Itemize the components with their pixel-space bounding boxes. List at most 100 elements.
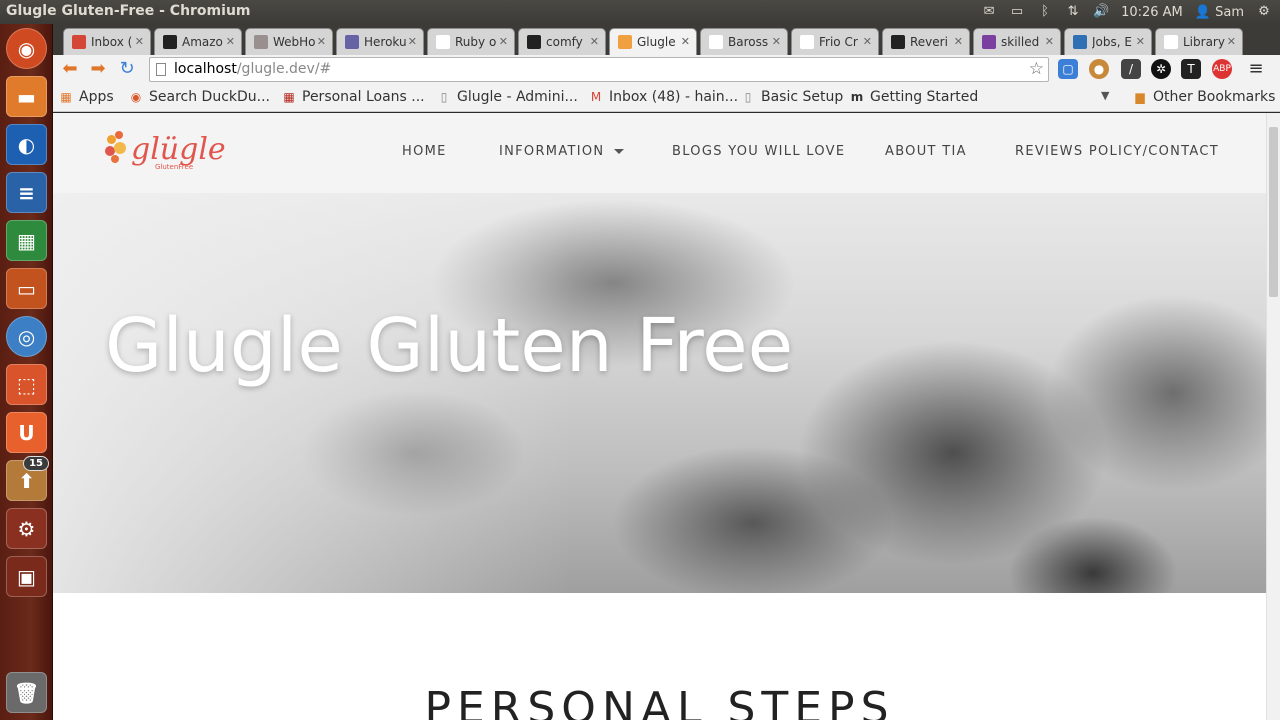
chevron-down-icon[interactable]: ▼ bbox=[1101, 89, 1109, 102]
cookie-icon[interactable]: ● bbox=[1089, 59, 1109, 79]
url-path: /glugle.dev/# bbox=[236, 61, 332, 77]
tab-4[interactable]: Ruby o ✕ bbox=[427, 28, 515, 55]
tab-6[interactable]: Glugle ✕ bbox=[609, 28, 697, 55]
tab-label: skilled bbox=[1001, 35, 1040, 49]
adblock-icon[interactable]: ABP bbox=[1212, 59, 1232, 79]
tab-label: Frio Cr bbox=[819, 35, 858, 49]
settings-ext-icon[interactable]: ✲ bbox=[1151, 59, 1171, 79]
nav-home[interactable]: HOME bbox=[402, 144, 447, 159]
ubuntu-one-icon[interactable]: U bbox=[6, 412, 47, 453]
tab-label: Baross bbox=[728, 35, 769, 49]
close-icon[interactable]: ✕ bbox=[1227, 35, 1236, 48]
workspaces-icon[interactable]: ▣ bbox=[6, 556, 47, 597]
nav-information-label: INFORMATION bbox=[499, 144, 605, 159]
duckduckgo-icon: ◉ bbox=[130, 90, 142, 104]
m-icon: m bbox=[850, 90, 864, 104]
page-scrollbar[interactable] bbox=[1266, 113, 1280, 720]
gmail-icon: M bbox=[590, 90, 602, 104]
close-icon[interactable]: ✕ bbox=[954, 35, 963, 48]
dash-icon[interactable]: ◉ bbox=[6, 28, 47, 69]
url-host: localhost bbox=[174, 61, 237, 77]
back-icon[interactable]: ⬅ bbox=[59, 58, 81, 80]
extension-icon[interactable]: ▢ bbox=[1058, 59, 1078, 79]
tab-5[interactable]: comfy ✕ bbox=[518, 28, 606, 55]
reload-icon[interactable]: ↻ bbox=[116, 58, 138, 80]
bookmark-apps[interactable]: ▦ Apps bbox=[59, 89, 113, 105]
menu-icon[interactable]: ≡ bbox=[1246, 59, 1266, 79]
trash-icon[interactable]: 🗑 bbox=[6, 672, 47, 713]
tab-label: Ruby o bbox=[455, 35, 497, 49]
close-icon[interactable]: ✕ bbox=[681, 35, 690, 48]
files-icon[interactable]: ▬ bbox=[6, 76, 47, 117]
firefox-icon[interactable]: ◐ bbox=[6, 124, 47, 165]
updates-icon[interactable]: ⬆ 15 bbox=[6, 456, 49, 501]
bookmark-item[interactable]: ▯ Glugle - Admini... bbox=[437, 89, 578, 105]
top-panel: Glugle Gluten-Free - Chromium ✉ ▭ ᛒ ⇅ 🔊 … bbox=[0, 0, 1280, 24]
battery-icon[interactable]: ▭ bbox=[1009, 5, 1025, 19]
tab-7[interactable]: Baross ✕ bbox=[700, 28, 788, 55]
bookmark-star-icon[interactable]: ☆ bbox=[1029, 58, 1044, 81]
tab-8[interactable]: Frio Cr ✕ bbox=[791, 28, 879, 55]
hero-banner: Glugle Gluten Free bbox=[53, 193, 1266, 593]
forward-icon[interactable]: ➡ bbox=[87, 58, 109, 80]
page-icon: ▯ bbox=[744, 90, 752, 104]
writer-icon[interactable]: ≡ bbox=[6, 172, 47, 213]
tab-9[interactable]: Reveri ✕ bbox=[882, 28, 970, 55]
tab-12[interactable]: Library ✕ bbox=[1155, 28, 1243, 55]
close-icon[interactable]: ✕ bbox=[499, 35, 508, 48]
tab-3[interactable]: Heroku ✕ bbox=[336, 28, 424, 55]
tab-1[interactable]: Amazo ✕ bbox=[154, 28, 242, 55]
close-icon[interactable]: ✕ bbox=[135, 35, 144, 48]
bookmark-item[interactable]: ▦ Personal Loans ... bbox=[282, 89, 424, 105]
software-center-icon[interactable]: ⬚ bbox=[6, 364, 47, 405]
clock[interactable]: 10:26 AM bbox=[1121, 5, 1183, 20]
close-icon[interactable]: ✕ bbox=[772, 35, 781, 48]
close-icon[interactable]: ✕ bbox=[863, 35, 872, 48]
eyedropper-icon[interactable]: / bbox=[1121, 59, 1141, 79]
bookmark-item[interactable]: M Inbox (48) - hain... bbox=[589, 89, 738, 105]
close-icon[interactable]: ✕ bbox=[226, 35, 235, 48]
site-logo[interactable]: glügle GlutenFree bbox=[105, 129, 226, 171]
logo-text: glügle bbox=[131, 131, 226, 167]
nav-information[interactable]: INFORMATION bbox=[499, 144, 625, 159]
close-icon[interactable]: ✕ bbox=[1136, 35, 1145, 48]
other-bookmarks[interactable]: ▆ Other Bookmarks bbox=[1133, 89, 1275, 105]
scroll-thumb[interactable] bbox=[1269, 127, 1278, 297]
tab-10[interactable]: skilled ✕ bbox=[973, 28, 1061, 55]
bluetooth-icon[interactable]: ᛒ bbox=[1037, 5, 1053, 19]
tab-label: WebHo bbox=[273, 35, 316, 49]
tab-0[interactable]: Inbox (✕ bbox=[63, 28, 151, 55]
tab-2[interactable]: WebHo ✕ bbox=[245, 28, 333, 55]
impress-icon[interactable]: ▭ bbox=[6, 268, 47, 309]
toolbar: ⬅ ➡ ↻ localhost/glugle.dev/# ☆ ▢ ● / ✲ T… bbox=[53, 55, 1280, 84]
network-icon[interactable]: ⇅ bbox=[1065, 5, 1081, 19]
page-icon bbox=[436, 35, 450, 49]
tab-strip: Inbox (✕ Amazo ✕ WebHo ✕ Heroku ✕ Ruby o ✕ comfy ✕… bbox=[53, 24, 1280, 55]
bookmark-item[interactable]: ◉ Search DuckDu... bbox=[129, 89, 270, 105]
settings-icon[interactable]: ⚙ bbox=[6, 508, 47, 549]
volume-icon[interactable]: 🔊 bbox=[1093, 5, 1109, 19]
nav-about[interactable]: ABOUT TIA bbox=[885, 144, 967, 159]
mail-icon[interactable]: ✉ bbox=[981, 5, 997, 19]
bookmark-item[interactable]: ▯ Basic Setup bbox=[741, 89, 844, 105]
page-icon bbox=[800, 35, 814, 49]
close-icon[interactable]: ✕ bbox=[590, 35, 599, 48]
logo-tagline: GlutenFree bbox=[155, 163, 194, 171]
tab-11[interactable]: Jobs, E ✕ bbox=[1064, 28, 1152, 55]
hero-haze bbox=[53, 193, 573, 593]
tag-icon[interactable]: T bbox=[1181, 59, 1201, 79]
nav-reviews-contact[interactable]: REVIEWS POLICY/CONTACT bbox=[1015, 144, 1219, 159]
close-icon[interactable]: ✕ bbox=[408, 35, 417, 48]
system-tray: ✉ ▭ ᛒ ⇅ 🔊 10:26 AM 👤 Sam ⚙ bbox=[981, 0, 1272, 24]
close-icon[interactable]: ✕ bbox=[317, 35, 326, 48]
browser-window: Inbox (✕ Amazo ✕ WebHo ✕ Heroku ✕ Ruby o ✕ comfy ✕… bbox=[53, 24, 1280, 720]
address-bar[interactable]: localhost/glugle.dev/# ☆ bbox=[149, 57, 1049, 82]
gear-icon[interactable]: ⚙ bbox=[1256, 5, 1272, 19]
tab-label: Jobs, E bbox=[1092, 35, 1132, 49]
bookmark-item[interactable]: m Getting Started bbox=[850, 89, 979, 105]
close-icon[interactable]: ✕ bbox=[1045, 35, 1054, 48]
chromium-icon[interactable]: ◎ bbox=[6, 316, 47, 357]
user-menu[interactable]: 👤 Sam bbox=[1195, 5, 1244, 20]
calc-icon[interactable]: ▦ bbox=[6, 220, 47, 261]
nav-blogs[interactable]: BLOGS YOU WILL LOVE bbox=[672, 144, 845, 159]
